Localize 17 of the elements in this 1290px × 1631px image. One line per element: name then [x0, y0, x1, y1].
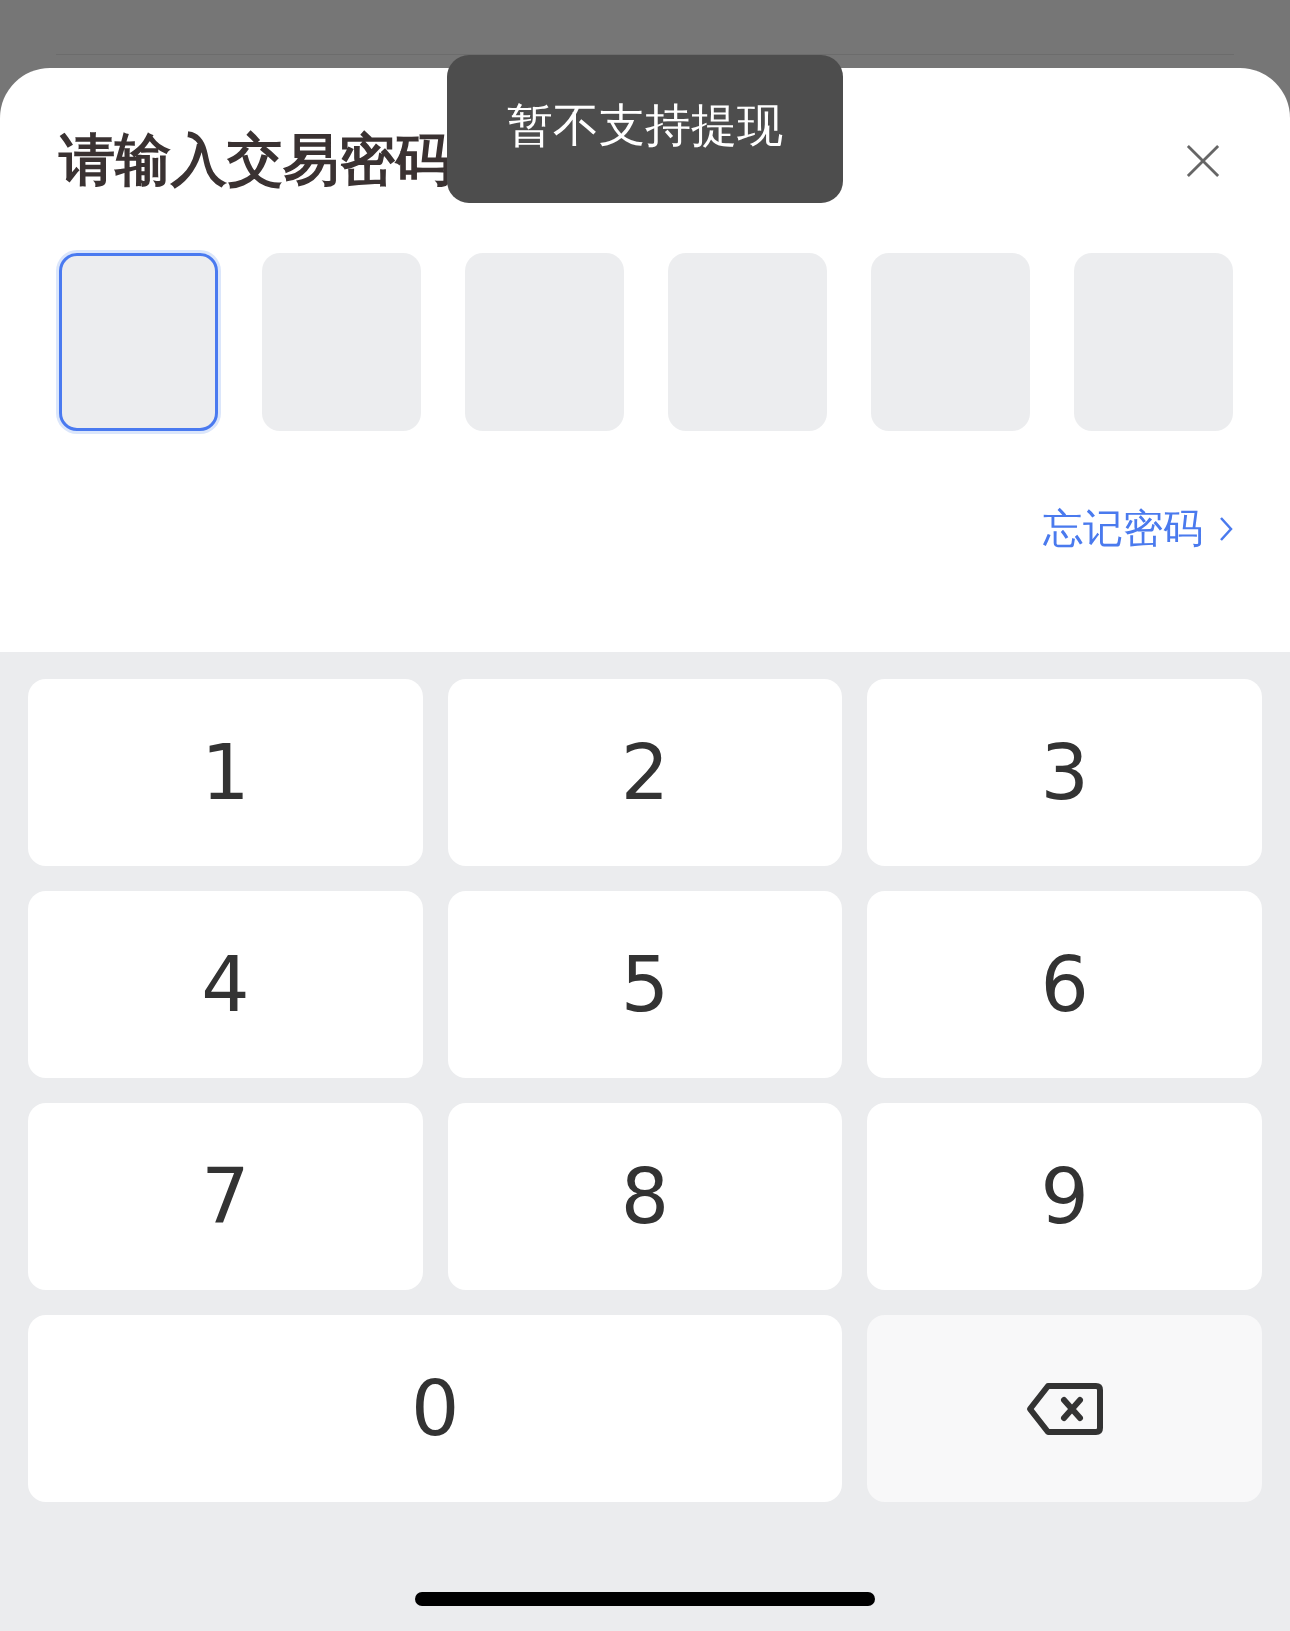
chevron-right-icon	[1219, 515, 1233, 542]
digit-key[interactable]: 0	[28, 1315, 843, 1502]
digit-key[interactable]: 3	[867, 679, 1262, 866]
digit-key[interactable]: 5	[447, 891, 843, 1078]
digit-key[interactable]: 8	[447, 1103, 843, 1290]
digit-key[interactable]: 7	[28, 1103, 423, 1290]
digit-key[interactable]: 4	[28, 891, 423, 1078]
delete-key[interactable]	[867, 1315, 1262, 1502]
digit-key[interactable]: 9	[867, 1103, 1262, 1290]
toast: 暂不支持提现	[447, 55, 843, 203]
pin-box[interactable]	[59, 253, 218, 431]
digit-key[interactable]: 1	[28, 679, 423, 866]
backspace-icon	[1025, 1381, 1104, 1436]
digit-key[interactable]: 6	[867, 891, 1262, 1078]
close-icon[interactable]	[1186, 144, 1220, 178]
forgot-password-link[interactable]: 忘记密码	[1043, 501, 1233, 556]
digit-key[interactable]: 2	[447, 679, 843, 866]
